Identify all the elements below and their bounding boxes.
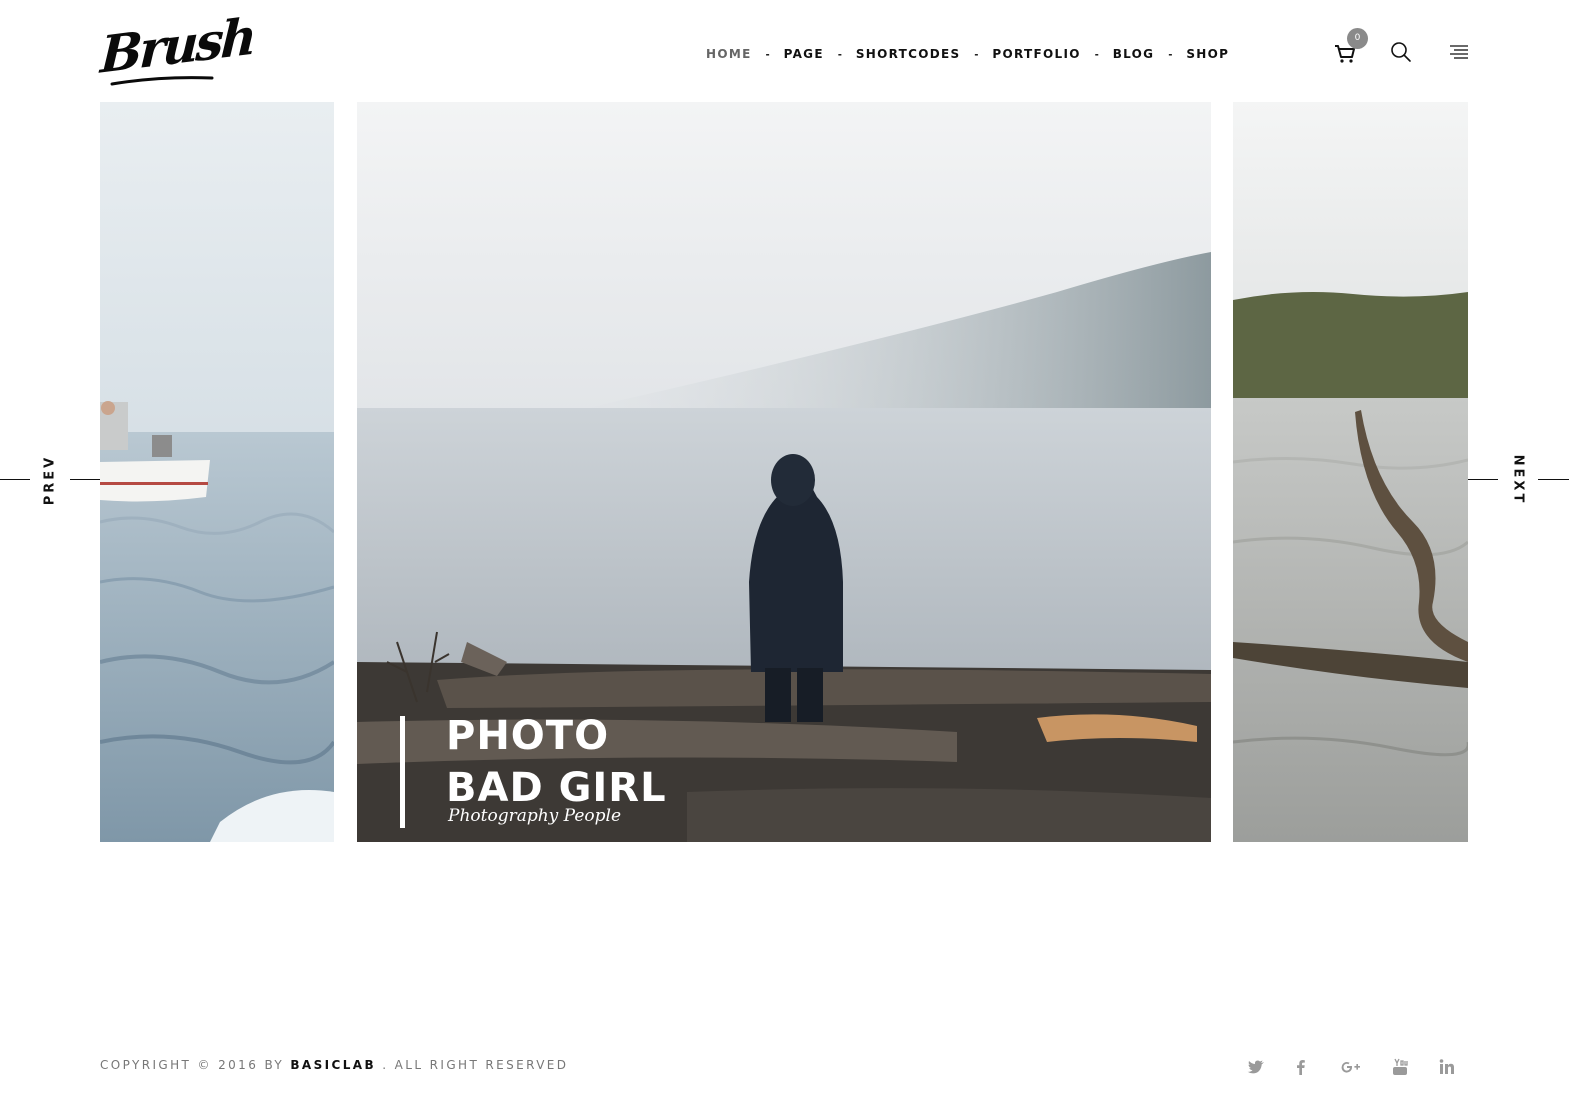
nav-separator: - [1168,47,1173,61]
facebook-icon[interactable] [1291,1057,1311,1077]
next-slide-button[interactable]: NEXT [1468,455,1569,505]
prev-label: PREV [42,454,58,506]
slide-next-image[interactable] [1233,102,1468,842]
search-icon[interactable] [1390,41,1412,63]
twitter-icon[interactable] [1246,1057,1266,1077]
nav-separator: - [974,47,979,61]
copyright-prefix: COPYRIGHT © 2016 BY [100,1058,285,1072]
cart-count-badge: 0 [1347,28,1368,49]
nav-shop[interactable]: SHOP [1180,47,1235,61]
youtube-icon[interactable] [1390,1057,1410,1077]
nav-page[interactable]: PAGE [778,47,830,61]
nav-portfolio[interactable]: PORTFOLIO [986,47,1086,61]
next-line [1538,479,1569,480]
nav-home[interactable]: HOME [700,47,758,61]
prev-slide-button[interactable]: PREV [0,455,100,505]
caption-accent-bar [400,716,405,828]
copyright-text: COPYRIGHT © 2016 BY BASICLAB . ALL RIGHT… [100,1058,568,1072]
logo-swoosh [110,76,214,86]
hamburger-menu-icon[interactable] [1448,44,1470,62]
nav-separator: - [765,47,770,61]
google-plus-icon[interactable] [1339,1057,1363,1077]
prev-line [70,479,100,480]
nav-blog[interactable]: BLOG [1107,47,1161,61]
nav-separator: - [1094,47,1099,61]
next-line [1468,479,1498,480]
nav-separator: - [837,47,842,61]
brand-logo[interactable]: Brush [99,6,255,86]
prev-line [0,479,30,480]
linkedin-icon[interactable] [1437,1057,1457,1077]
nav-shortcodes[interactable]: SHORTCODES [850,47,967,61]
copyright-suffix: . ALL RIGHT RESERVED [382,1058,569,1072]
slide-previous-image[interactable] [100,102,334,842]
slide-subtitle: Photography People [448,806,622,826]
next-label: NEXT [1510,454,1526,506]
main-nav: HOME - PAGE - SHORTCODES - PORTFOLIO - B… [700,44,1235,64]
slide-title[interactable]: PHOTO BAD GIRL [446,710,667,814]
copyright-brand-link[interactable]: BASICLAB [290,1058,376,1072]
slide-title-line1: PHOTO [446,713,610,759]
